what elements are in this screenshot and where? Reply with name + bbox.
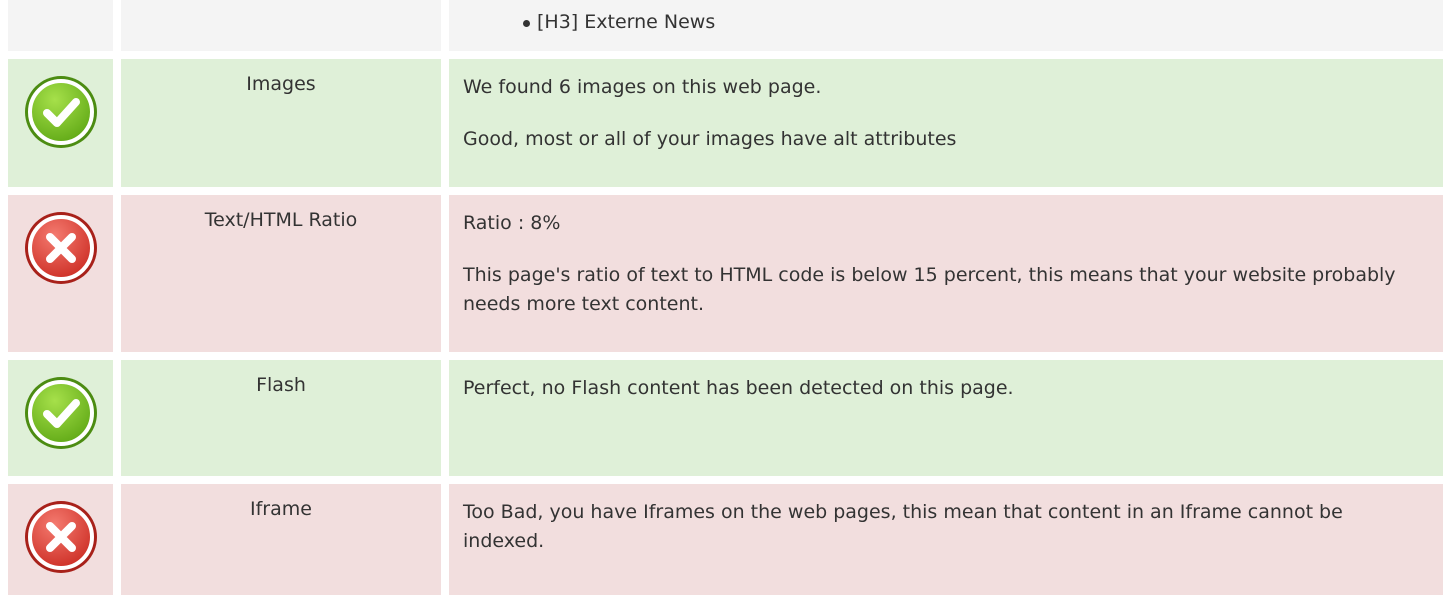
row-desc-cell: Too Bad, you have Iframes on the web pag… — [449, 484, 1443, 595]
row-label: Iframe — [250, 498, 312, 520]
headings-row: [H3] Externe News — [0, 0, 1443, 51]
row-label-cell: Iframe — [121, 484, 441, 595]
heading-list-item: [H3] Externe News — [523, 8, 1443, 36]
headings-icon-cell — [8, 0, 113, 51]
row-label-cell: Flash — [121, 360, 441, 476]
status-icon-cell — [8, 484, 113, 595]
flash-row: Flash Perfect, no Flash content has been… — [0, 360, 1443, 476]
x-circle-icon — [23, 210, 99, 286]
row-desc-line: This page's ratio of text to HTML code i… — [463, 264, 1396, 315]
ratio-row: Text/HTML Ratio Ratio : 8% This page's r… — [0, 195, 1443, 352]
check-circle-icon — [23, 74, 99, 150]
row-desc-line: We found 6 images on this web page. — [463, 76, 822, 98]
status-icon-cell — [8, 195, 113, 352]
row-label-cell: Text/HTML Ratio — [121, 195, 441, 352]
row-desc-cell: Ratio : 8% This page's ratio of text to … — [449, 195, 1443, 352]
row-desc-line: Too Bad, you have Iframes on the web pag… — [463, 501, 1343, 552]
check-circle-icon — [23, 375, 99, 451]
row-label-cell: Images — [121, 59, 441, 187]
iframe-row: Iframe Too Bad, you have Iframes on the … — [0, 484, 1443, 595]
row-desc-line: Good, most or all of your images have al… — [463, 128, 957, 150]
headings-desc-cell: [H3] Externe News — [449, 0, 1443, 51]
row-desc-cell: We found 6 images on this web page. Good… — [449, 59, 1443, 187]
row-desc-cell: Perfect, no Flash content has been detec… — [449, 360, 1443, 476]
status-icon-cell — [8, 59, 113, 187]
x-circle-icon — [23, 499, 99, 575]
row-label: Flash — [256, 374, 306, 396]
row-label: Images — [246, 73, 316, 95]
headings-list: [H3] Externe News — [449, 0, 1443, 36]
headings-label-cell — [121, 0, 441, 51]
row-label: Text/HTML Ratio — [204, 209, 358, 231]
row-desc-line: Ratio : 8% — [463, 212, 561, 234]
images-row: Images We found 6 images on this web pag… — [0, 59, 1443, 187]
row-desc-line: Perfect, no Flash content has been detec… — [463, 377, 1014, 399]
status-icon-cell — [8, 360, 113, 476]
